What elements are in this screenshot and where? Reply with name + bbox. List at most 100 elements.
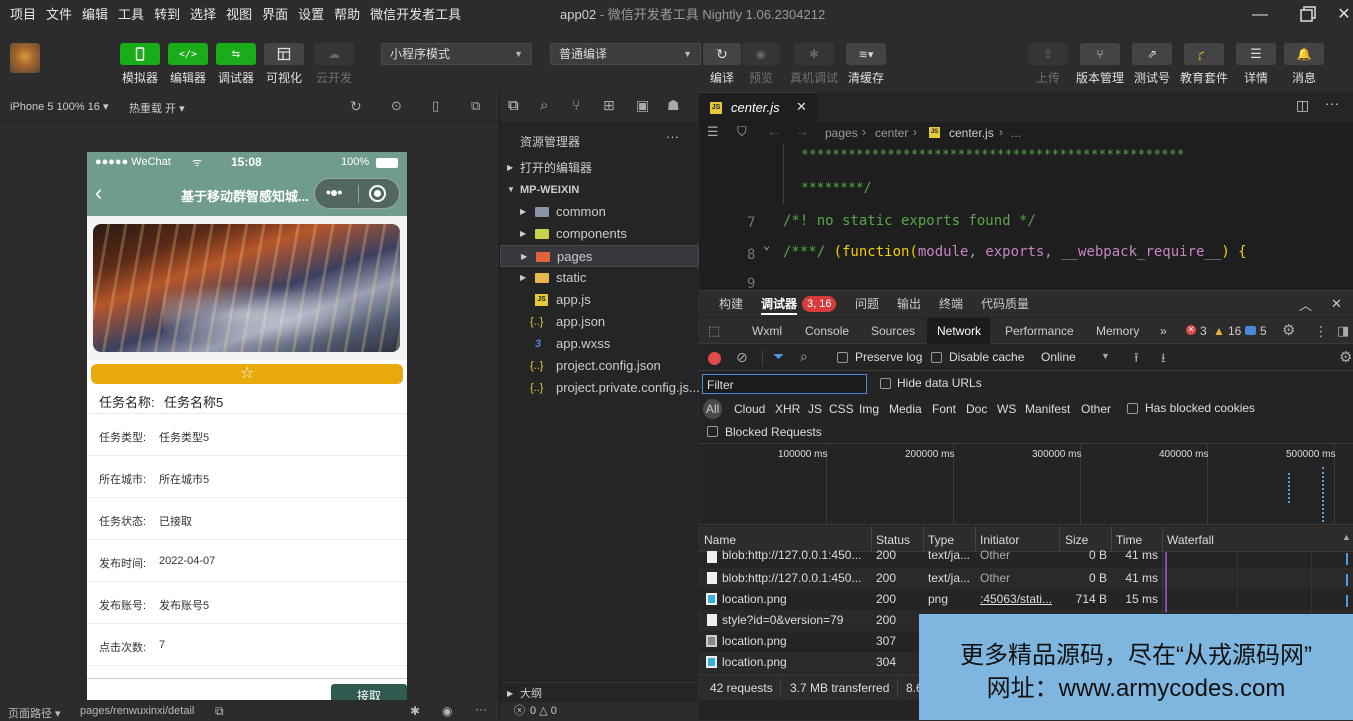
warning-count[interactable]: 16: [1228, 318, 1241, 344]
network-overview[interactable]: 100000 ms 200000 ms 300000 ms 400000 ms …: [699, 445, 1353, 525]
clear-icon[interactable]: ⊘: [736, 349, 748, 366]
filter-xhr[interactable]: XHR: [775, 402, 800, 416]
filter-doc[interactable]: Doc: [966, 402, 987, 416]
table-row[interactable]: location.png 200 png:45063/stati... 714 B 15…: [699, 589, 1353, 610]
filter-manifest[interactable]: Manifest: [1025, 402, 1070, 416]
gear-icon[interactable]: ⚙: [1282, 318, 1295, 344]
project-section[interactable]: ▼ MP-WEIXIN: [500, 179, 699, 201]
tab-center-js[interactable]: JS center.js ✕: [699, 92, 817, 122]
tree-item-folder[interactable]: ▶ components: [500, 223, 699, 245]
menu-project[interactable]: 项目: [5, 0, 41, 30]
messages-button[interactable]: 🔔: [1284, 43, 1324, 65]
mode-select[interactable]: 小程序模式 ▼: [381, 43, 532, 65]
close-mini-program-icon[interactable]: [369, 185, 386, 202]
tree-item-file[interactable]: {..} app.json: [500, 311, 699, 333]
version-button[interactable]: ⑂: [1080, 43, 1120, 65]
cloud-button[interactable]: ☁: [314, 43, 354, 65]
compile-button[interactable]: ↻: [703, 43, 741, 65]
tree-item-file[interactable]: JS app.js: [500, 289, 699, 311]
copy-icon[interactable]: ⧉: [215, 704, 224, 719]
menu-goto[interactable]: 转到: [149, 0, 185, 30]
bookmark-icon[interactable]: ⛉: [737, 124, 747, 140]
hotreload-toggle[interactable]: 热重载 开 ▾: [129, 100, 185, 116]
filter-ws[interactable]: WS: [997, 402, 1016, 416]
more-icon[interactable]: ···: [1325, 95, 1339, 111]
more-icon[interactable]: ···: [666, 129, 679, 144]
filter-font[interactable]: Font: [932, 402, 956, 416]
tree-item-file[interactable]: 3 app.wxss: [500, 333, 699, 355]
error-count[interactable]: 3: [1200, 318, 1207, 344]
breadcrumb-item[interactable]: center: [875, 126, 908, 140]
problems-status[interactable]: ⓧ 0 △ 0: [500, 702, 699, 720]
filter-icon[interactable]: ⏷: [773, 348, 784, 365]
source-control-icon[interactable]: ⑂: [572, 97, 580, 113]
filter-all[interactable]: All: [703, 399, 723, 419]
download-icon[interactable]: ⭳: [1161, 349, 1166, 371]
tab-performance[interactable]: Performance: [1005, 318, 1074, 344]
preview-button[interactable]: ◉: [742, 43, 780, 65]
open-editors-section[interactable]: ▶ 打开的编辑器: [500, 157, 699, 179]
blocked-cookies-checkbox[interactable]: [1127, 403, 1138, 414]
breadcrumb-item[interactable]: center.js: [949, 126, 994, 140]
info-count[interactable]: 5: [1260, 318, 1267, 344]
filter-input[interactable]: Filter: [702, 374, 867, 394]
tab-output[interactable]: 输出: [897, 291, 921, 317]
remote-debug-button[interactable]: ✱: [794, 43, 834, 65]
tree-item-file[interactable]: {..} project.private.config.js...: [500, 377, 700, 399]
more-icon[interactable]: ···: [475, 702, 487, 716]
breadcrumb-item[interactable]: pages: [825, 126, 858, 140]
filter-other[interactable]: Other: [1081, 402, 1111, 416]
stop-icon[interactable]: ⊙: [391, 98, 402, 114]
filter-media[interactable]: Media: [889, 402, 922, 416]
menu-interface[interactable]: 界面: [257, 0, 293, 30]
filter-js[interactable]: JS: [808, 402, 822, 416]
tree-item-file[interactable]: {..} project.config.json: [500, 355, 699, 377]
tab-build[interactable]: 构建: [719, 291, 743, 317]
files-icon[interactable]: ⧉: [508, 97, 519, 114]
tree-item-folder[interactable]: ▶ pages: [500, 245, 699, 267]
compile-select[interactable]: 普通编译 ▼: [550, 43, 701, 65]
tab-wxml[interactable]: Wxml: [752, 318, 782, 344]
back-arrow-icon[interactable]: ←: [767, 123, 781, 139]
edu-button[interactable]: 🎓: [1184, 43, 1224, 65]
breadcrumb-item[interactable]: ...: [1011, 126, 1021, 140]
more-tabs-icon[interactable]: »: [1160, 318, 1167, 344]
col-initiator[interactable]: Initiator: [980, 533, 1019, 547]
avatar[interactable]: [10, 43, 40, 73]
back-icon[interactable]: ‹: [95, 179, 102, 207]
editor-button[interactable]: </>: [168, 43, 208, 65]
reload-icon[interactable]: ↻: [350, 98, 362, 115]
filter-img[interactable]: Img: [859, 402, 879, 416]
details-button[interactable]: ☰: [1236, 43, 1276, 65]
menu-wechat-devtools[interactable]: 微信开发者工具: [365, 0, 466, 30]
docker-icon[interactable]: ☗: [667, 97, 680, 114]
device-select[interactable]: iPhone 5 100% 16 ▾: [10, 100, 108, 113]
tab-console[interactable]: Console: [805, 318, 849, 344]
menu-view[interactable]: 视图: [221, 0, 257, 30]
close-icon[interactable]: ✕: [1329, 0, 1353, 30]
popout-icon[interactable]: ⧉: [471, 98, 480, 114]
filter-cloud[interactable]: Cloud: [734, 402, 765, 416]
forward-arrow-icon[interactable]: →: [795, 123, 809, 139]
kebab-menu-icon[interactable]: ⋮: [1314, 318, 1328, 344]
col-status[interactable]: Status: [876, 533, 910, 547]
tab-problems[interactable]: 问题: [855, 291, 879, 317]
upload-icon[interactable]: ⭱: [1134, 349, 1139, 371]
menu-settings[interactable]: 设置: [293, 0, 329, 30]
list-icon[interactable]: ☰: [707, 124, 719, 140]
dock-icon[interactable]: ◨: [1337, 318, 1349, 344]
tab-network[interactable]: Network: [937, 318, 981, 344]
simulator-button[interactable]: [120, 43, 160, 65]
col-name[interactable]: Name: [704, 533, 736, 547]
tree-item-folder[interactable]: ▶ common: [500, 201, 699, 223]
inspect-icon[interactable]: ⬚: [708, 323, 720, 339]
col-time[interactable]: Time: [1116, 533, 1142, 547]
preserve-log-checkbox[interactable]: [837, 352, 848, 363]
settings-icon[interactable]: ✱: [410, 704, 420, 718]
favorite-bar[interactable]: ☆: [91, 364, 403, 384]
gear-icon[interactable]: ⚙: [1339, 348, 1352, 366]
close-panel-icon[interactable]: ✕: [1331, 296, 1342, 312]
chevron-up-icon[interactable]: ︿: [1299, 295, 1312, 314]
search-icon[interactable]: ⌕: [540, 97, 548, 114]
tree-item-folder[interactable]: ▶ static: [500, 267, 699, 289]
